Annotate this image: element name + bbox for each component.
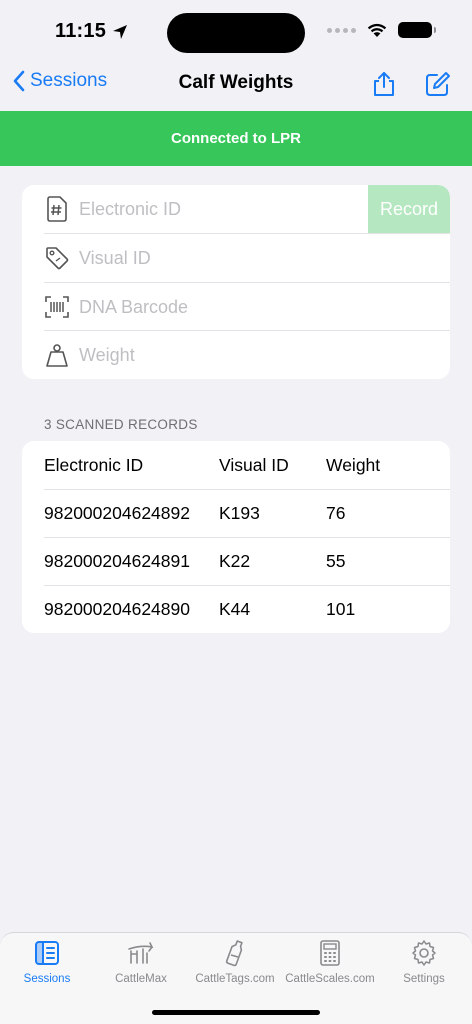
tab-label: Settings — [403, 973, 445, 985]
compose-icon[interactable] — [424, 70, 452, 98]
dynamic-island — [167, 13, 305, 53]
column-header-visual-id: Visual ID — [219, 455, 289, 475]
visual-id-row — [22, 234, 450, 282]
record-entry-form: Record — [22, 185, 450, 379]
electronic-id-input[interactable] — [79, 193, 359, 225]
cell-visual-id: K22 — [219, 551, 251, 571]
tag-bottle-icon — [225, 940, 243, 967]
dna-barcode-input[interactable] — [79, 291, 359, 323]
tab-bar: Sessions CattleMax CattleTags.com Cattle… — [0, 932, 472, 1024]
cell-electronic-id: 982000204624892 — [44, 503, 190, 523]
cell-electronic-id: 982000204624890 — [44, 599, 190, 619]
dna-barcode-row — [22, 283, 450, 331]
table-row[interactable]: 982000204624890 K44 101 — [22, 585, 450, 633]
tab-label: CattleTags.com — [195, 973, 275, 985]
scale-calculator-icon — [320, 940, 340, 966]
location-arrow-icon — [113, 24, 128, 39]
cell-electronic-id: 982000204624891 — [44, 551, 190, 571]
cattlemax-icon — [128, 942, 154, 964]
wifi-icon — [367, 23, 387, 37]
tab-cattletags[interactable]: CattleTags.com — [188, 939, 282, 985]
table-row[interactable]: 982000204624892 K193 76 — [22, 489, 450, 537]
tab-cattlemax[interactable]: CattleMax — [94, 939, 188, 985]
cell-weight: 55 — [326, 551, 346, 571]
connection-status-text: Connected to LPR — [171, 130, 301, 147]
column-header-electronic-id: Electronic ID — [44, 455, 144, 475]
scale-weight-icon — [44, 342, 70, 368]
tab-label: CattleScales.com — [285, 973, 375, 985]
hash-document-icon — [44, 196, 70, 222]
scanned-records-header: 3 SCANNED RECORDS — [44, 417, 198, 432]
cell-weight: 76 — [326, 503, 346, 523]
electronic-id-row: Record — [22, 185, 450, 233]
status-bar: 11:15 — [0, 0, 472, 60]
gear-icon — [412, 940, 436, 966]
cell-weight: 101 — [326, 599, 356, 619]
weight-input[interactable] — [79, 339, 359, 371]
status-time: 11:15 — [55, 20, 128, 43]
cell-visual-id: K193 — [219, 503, 260, 523]
cell-visual-id: K44 — [219, 599, 251, 619]
status-indicators — [327, 22, 436, 38]
battery-icon — [398, 22, 436, 38]
status-time-text: 11:15 — [55, 20, 107, 42]
record-button[interactable]: Record — [368, 185, 450, 233]
visual-id-input[interactable] — [79, 242, 359, 274]
tab-sessions[interactable]: Sessions — [0, 939, 94, 985]
sessions-icon — [35, 941, 59, 965]
table-header-row: Electronic ID Visual ID Weight — [22, 441, 450, 489]
barcode-scanner-icon — [44, 294, 70, 320]
nav-actions — [370, 70, 452, 98]
records-table: Electronic ID Visual ID Weight 982000204… — [22, 441, 450, 633]
tab-label: Sessions — [23, 973, 71, 985]
tab-label: CattleMax — [115, 973, 167, 985]
tab-cattlescales[interactable]: CattleScales.com — [283, 939, 377, 985]
connection-banner: Connected to LPR — [0, 111, 472, 166]
cellular-signal-icon — [327, 27, 356, 33]
home-indicator — [152, 1010, 320, 1015]
weight-row — [22, 331, 450, 379]
tab-settings[interactable]: Settings — [377, 939, 471, 985]
table-row[interactable]: 982000204624891 K22 55 — [22, 537, 450, 585]
tag-icon — [44, 245, 70, 271]
column-header-weight: Weight — [326, 455, 381, 475]
navigation-bar: Sessions Calf Weights — [0, 60, 472, 110]
share-icon[interactable] — [370, 70, 398, 98]
